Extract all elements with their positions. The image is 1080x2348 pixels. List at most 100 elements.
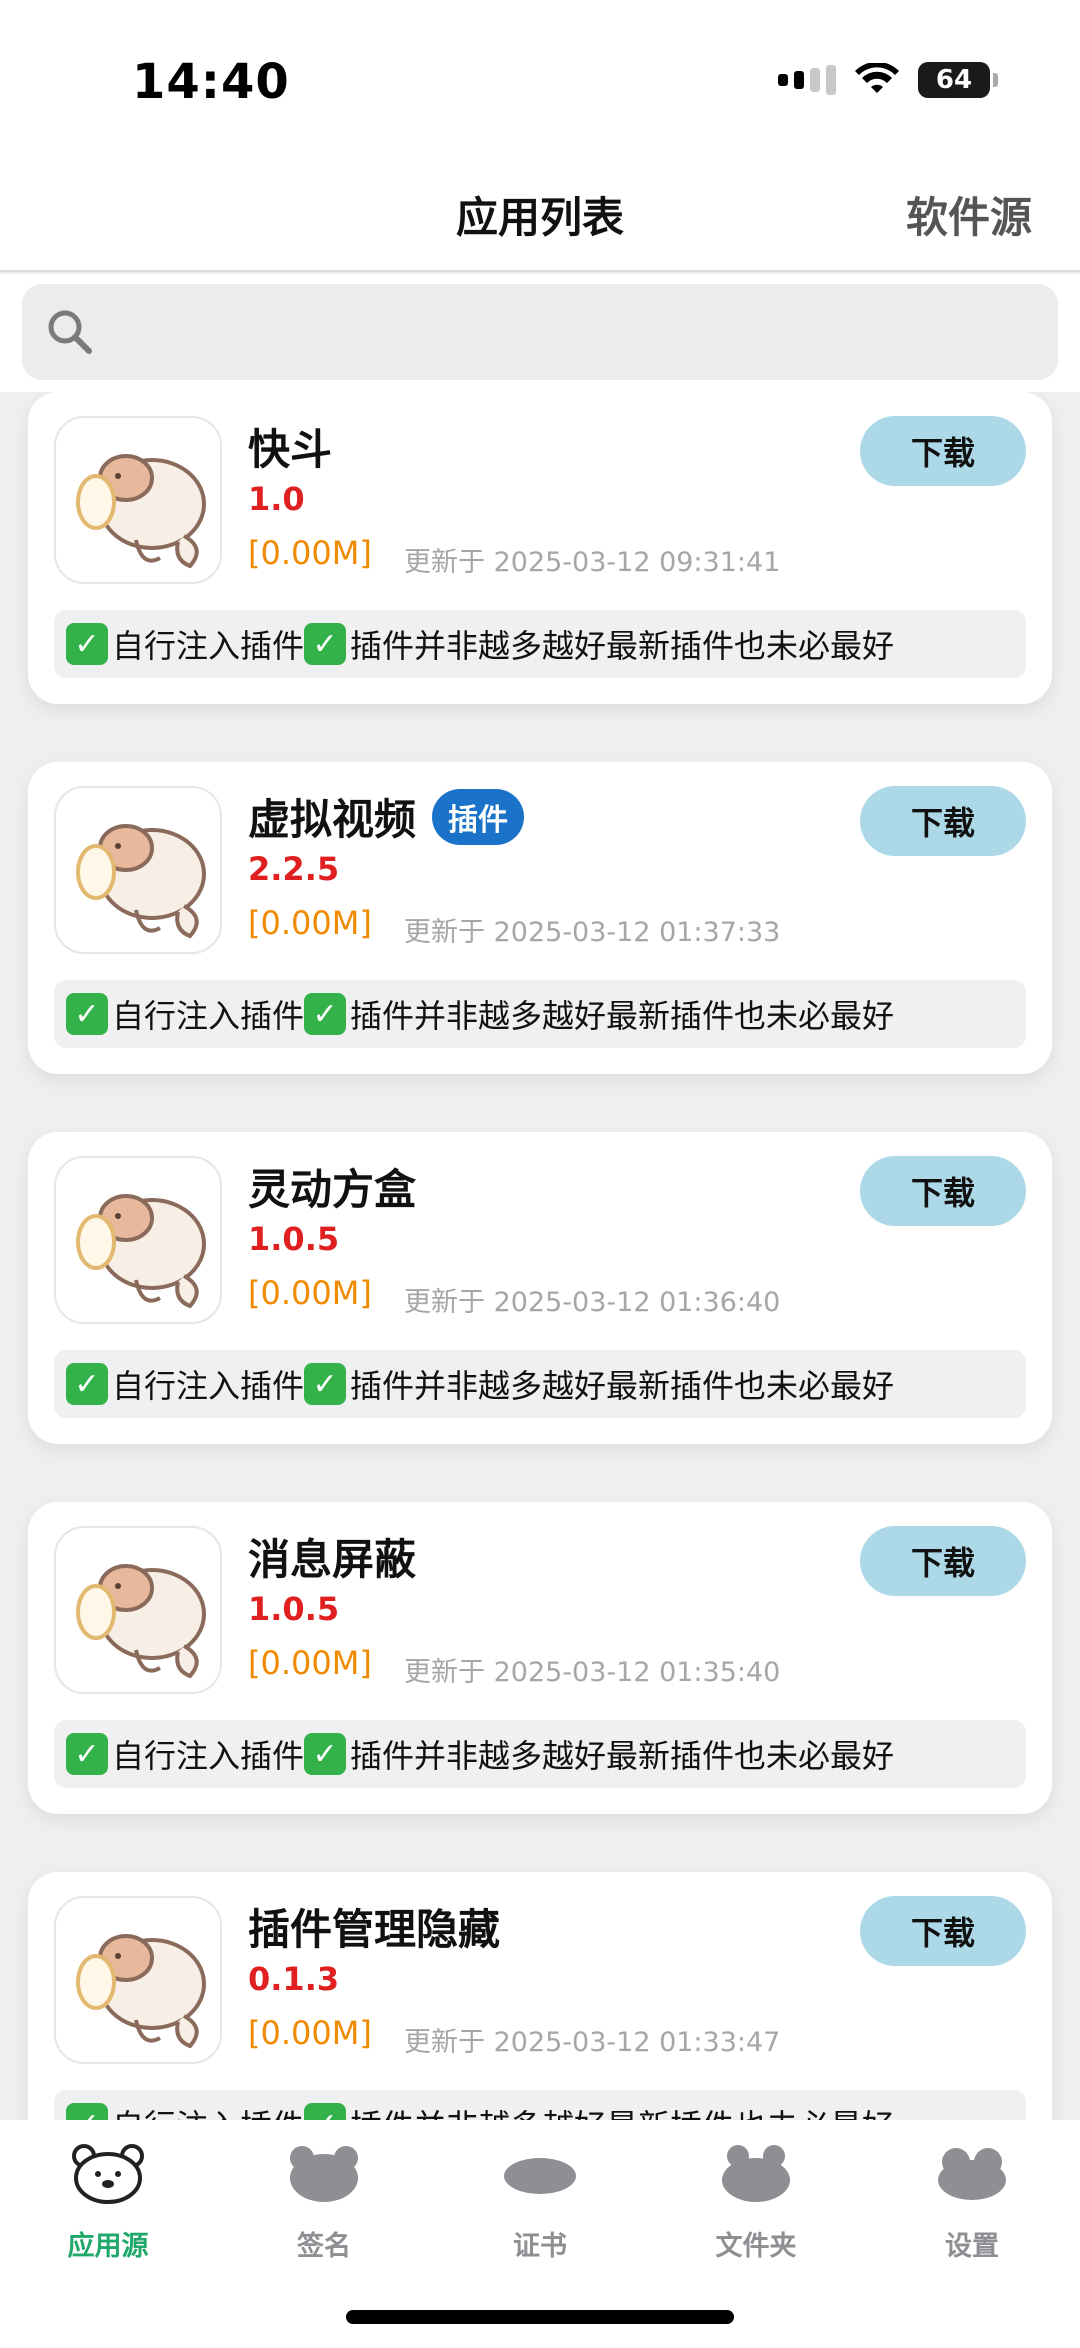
app-icon	[54, 416, 222, 584]
app-size: [0.00M]	[248, 1274, 372, 1312]
app-icon	[54, 1526, 222, 1694]
app-card[interactable]: 虚拟视频 插件 2.2.5 [0.00M] 更新于 2025-03-12 01:…	[28, 762, 1052, 1074]
check-icon: ✓	[304, 2103, 347, 2120]
app-size: [0.00M]	[248, 534, 372, 572]
app-name-row: 灵动方盒	[248, 1156, 416, 1217]
app-card[interactable]: 消息屏蔽 1.0.5 [0.00M] 更新于 2025-03-12 01:35:…	[28, 1502, 1052, 1814]
hamster-icon	[76, 454, 206, 569]
tab-label: 应用源	[67, 2231, 149, 2262]
app-name: 插件管理隐藏	[248, 1905, 501, 1954]
app-card[interactable]: 快斗 1.0 [0.00M] 更新于 2025-03-12 09:31:41 下…	[28, 392, 1052, 704]
app-updated-time: 更新于 2025-03-12 01:37:33	[404, 917, 781, 948]
tab-label: 证书	[513, 2231, 567, 2262]
home-indicator[interactable]	[346, 2310, 734, 2324]
check-icon: ✓	[304, 1363, 347, 1405]
battery-level: 64	[935, 65, 973, 95]
app-card[interactable]: 插件管理隐藏 0.1.3 [0.00M] 更新于 2025-03-12 01:3…	[28, 1872, 1052, 2120]
tab-folder[interactable]: 文件夹	[666, 2140, 846, 2263]
app-version: 2.2.5	[248, 850, 340, 888]
check-icon: ✓	[66, 1733, 108, 1775]
app-name-row: 快斗	[248, 416, 332, 477]
hamster-icon	[76, 824, 206, 939]
app-size: [0.00M]	[248, 2014, 372, 2052]
status-time: 14:40	[132, 54, 290, 110]
signature-icon	[290, 2146, 358, 2202]
app-version: 1.0.5	[248, 1590, 340, 1628]
app-name: 消息屏蔽	[248, 1535, 417, 1584]
app-list[interactable]: 快斗 1.0 [0.00M] 更新于 2025-03-12 09:31:41 下…	[0, 392, 1080, 2120]
plugin-badge: 插件	[432, 788, 525, 845]
status-icons: 64	[778, 62, 998, 98]
settings-icon	[938, 2148, 1006, 2200]
app-card[interactable]: 灵动方盒 1.0.5 [0.00M] 更新于 2025-03-12 01:36:…	[28, 1132, 1052, 1444]
app-icon	[54, 1896, 222, 2064]
download-button[interactable]: 下载	[860, 786, 1026, 856]
check-icon: ✓	[304, 623, 347, 665]
app-description: ✓自行注入插件✓插件并非越多越好最新插件也未必最好	[54, 1350, 1026, 1418]
app-icon	[54, 786, 222, 954]
certificate-icon	[504, 2158, 576, 2194]
software-source-button[interactable]: 软件源	[906, 184, 1032, 245]
tab-label: 签名	[297, 2231, 351, 2262]
wifi-icon	[855, 63, 899, 93]
app-size: [0.00M]	[248, 1644, 372, 1682]
cellular-signal-icon	[778, 65, 836, 95]
download-button[interactable]: 下载	[860, 416, 1026, 486]
desc-part: 插件并非越多越好最新插件也未必最好	[350, 2101, 894, 2120]
app-size: [0.00M]	[248, 904, 372, 942]
hamster-icon	[76, 1194, 206, 1309]
app-name-row: 虚拟视频 插件	[248, 786, 525, 847]
desc-part: 插件并非越多越好最新插件也未必最好	[350, 627, 895, 665]
desc-part: 插件并非越多越好最新插件也未必最好	[350, 1737, 895, 1775]
app-version: 0.1.3	[248, 1960, 340, 1998]
app-version: 1.0	[248, 480, 305, 518]
desc-part: 插件并非越多越好最新插件也未必最好	[350, 997, 895, 1035]
app-name-row: 消息屏蔽	[248, 1526, 416, 1587]
desc-part: 插件并非越多越好最新插件也未必最好	[350, 1367, 895, 1405]
app-updated-time: 更新于 2025-03-12 01:33:47	[404, 2027, 781, 2058]
tab-app-source[interactable]: 应用源	[18, 2140, 198, 2263]
app-updated-time: 更新于 2025-03-12 01:36:40	[404, 1287, 781, 1318]
search-input[interactable]	[22, 284, 1058, 380]
tab-label: 文件夹	[715, 2231, 797, 2262]
desc-part: 自行注入插件	[112, 997, 305, 1035]
app-updated-time: 更新于 2025-03-12 01:35:40	[404, 1657, 781, 1688]
app-description: ✓自行注入插件✓插件并非越多越好最新插件也未必最好	[54, 2090, 1026, 2120]
folder-icon	[722, 2145, 790, 2202]
app-name: 虚拟视频	[248, 795, 417, 844]
search-bar	[0, 274, 1080, 392]
check-icon: ✓	[66, 993, 108, 1035]
desc-part: 自行注入插件	[112, 1737, 305, 1775]
app-name: 快斗	[248, 425, 333, 474]
app-description: ✓自行注入插件✓插件并非越多越好最新插件也未必最好	[54, 980, 1026, 1048]
desc-part: 自行注入插件	[112, 1367, 305, 1405]
app-description: ✓自行注入插件✓插件并非越多越好最新插件也未必最好	[54, 1720, 1026, 1788]
desc-part: 自行注入插件	[112, 2101, 304, 2120]
app-updated-time: 更新于 2025-03-12 09:31:41	[404, 547, 781, 578]
battery-icon: 64	[918, 62, 998, 98]
nav-bar: 应用列表 软件源	[0, 160, 1080, 272]
check-icon: ✓	[66, 2103, 108, 2120]
download-button[interactable]: 下载	[860, 1896, 1026, 1966]
hamster-icon	[76, 1564, 206, 1679]
tab-label: 设置	[945, 2231, 999, 2262]
check-icon: ✓	[66, 1363, 108, 1405]
app-name-row: 插件管理隐藏	[248, 1896, 500, 1957]
check-icon: ✓	[304, 993, 347, 1035]
tab-settings[interactable]: 设置	[882, 2140, 1062, 2263]
tab-certificate[interactable]: 证书	[450, 2140, 630, 2263]
download-button[interactable]: 下载	[860, 1156, 1026, 1226]
download-button[interactable]: 下载	[860, 1526, 1026, 1596]
search-icon	[48, 310, 92, 354]
tab-signature[interactable]: 签名	[234, 2140, 414, 2263]
app-icon	[54, 1156, 222, 1324]
check-icon: ✓	[304, 1733, 347, 1775]
check-icon: ✓	[66, 623, 108, 665]
desc-part: 自行注入插件	[112, 627, 305, 665]
app-description: ✓自行注入插件✓插件并非越多越好最新插件也未必最好	[54, 610, 1026, 678]
app-version: 1.0.5	[248, 1220, 340, 1258]
status-bar: 14:40 64	[0, 0, 1080, 160]
hamster-icon	[76, 1934, 206, 2049]
bear-icon	[72, 2144, 144, 2204]
screen: 14:40 64 应用列表 软件源 快斗 1.0 [0.00M] 更新于 202…	[0, 0, 1080, 2348]
